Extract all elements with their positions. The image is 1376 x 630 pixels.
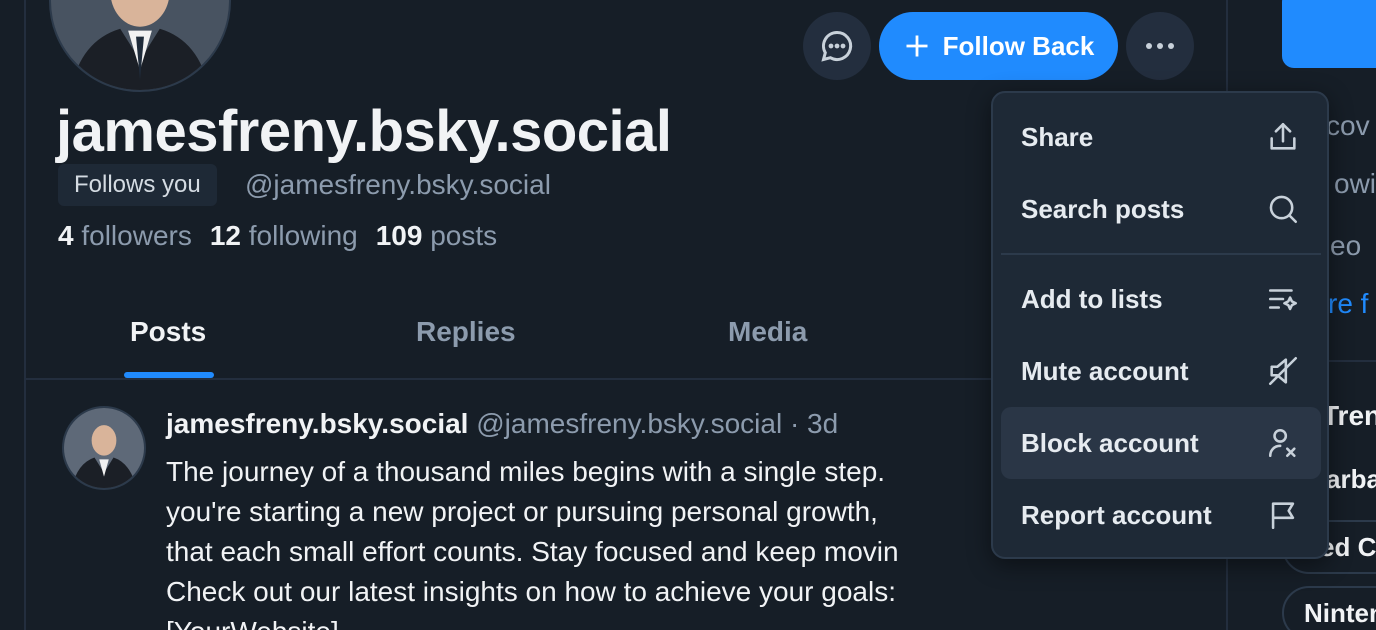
trend-chip[interactable]: Ninten (1282, 586, 1376, 630)
posts-stat: 109 posts (376, 220, 497, 252)
post-text-line: Check out our latest insights on how to … (166, 576, 896, 607)
person-photo-icon (51, 0, 229, 90)
stat-label: following (248, 220, 358, 251)
menu-item-label: Add to lists (1021, 283, 1163, 314)
stat-count: 4 (58, 220, 74, 251)
profile-handle: @jamesfreny.bsky.social (245, 169, 551, 200)
following-stat[interactable]: 12 following (210, 220, 358, 252)
stat-count: 12 (209, 220, 241, 251)
right-panel-text: eo (1330, 230, 1362, 261)
menu-divider (1001, 253, 1321, 255)
tab-replies[interactable]: Replies (416, 316, 516, 348)
menu-item-search-posts[interactable]: Search posts (1001, 173, 1321, 245)
person-photo-icon (64, 408, 144, 488)
more-options-button[interactable] (1126, 12, 1194, 80)
right-panel-text: cov (1326, 110, 1370, 141)
right-panel-link[interactable]: re f (1328, 288, 1368, 320)
profile-options-menu: Share Search posts Add to lists Mute acc… (991, 91, 1329, 559)
right-panel-text: owi (1334, 168, 1376, 199)
tab-posts[interactable]: Posts (130, 316, 206, 348)
profile-avatar[interactable] (49, 0, 231, 92)
follows-you-badge: Follows you (58, 164, 217, 206)
menu-item-label: Mute account (1021, 355, 1189, 386)
stat-label: followers (81, 220, 192, 251)
chat-bubble-icon (821, 30, 853, 62)
post-header: jamesfreny.bsky.social @jamesfreny.bsky.… (166, 408, 838, 440)
menu-item-mute-account[interactable]: Mute account (1001, 335, 1321, 407)
followers-stat[interactable]: 4 followers (58, 220, 192, 252)
post-text-line: [YourWebsite] (166, 612, 1166, 630)
stat-label: posts (430, 220, 498, 251)
profile-display-name: jamesfreny.bsky.social (56, 99, 672, 164)
menu-item-add-to-lists[interactable]: Add to lists (1001, 263, 1321, 335)
message-button[interactable] (803, 12, 871, 80)
list-add-icon (1265, 281, 1301, 317)
search-icon (1265, 191, 1301, 227)
flag-icon (1265, 497, 1301, 533)
menu-item-label: Report account (1021, 499, 1212, 530)
trend-chip-label: Ninten (1304, 597, 1376, 628)
tab-media[interactable]: Media (728, 316, 807, 348)
post-author-avatar[interactable] (62, 406, 146, 490)
menu-item-report-account[interactable]: Report account (1001, 479, 1321, 551)
menu-item-label: Share (1021, 121, 1094, 152)
plus-icon (906, 35, 928, 57)
menu-item-block-account[interactable]: Block account (1001, 407, 1321, 479)
follow-back-button[interactable]: Follow Back (879, 12, 1118, 80)
menu-item-share[interactable]: Share (1001, 101, 1321, 173)
ellipsis-icon (1146, 43, 1174, 49)
menu-item-label: Block account (1021, 427, 1199, 458)
right-panel-primary-button[interactable] (1282, 0, 1376, 68)
block-person-icon (1265, 425, 1301, 461)
follows-you-label: Follows you (74, 171, 201, 198)
right-panel-heading: Tren (1322, 400, 1376, 431)
follow-back-label: Follow Back (942, 30, 1095, 61)
share-icon (1265, 119, 1301, 155)
post-meta: @jamesfreny.bsky.social · 3d (476, 408, 839, 439)
post-author-name[interactable]: jamesfreny.bsky.social (166, 408, 468, 439)
profile-stats: 4 followers 12 following 109 posts (58, 220, 497, 252)
stat-count: 109 (375, 220, 423, 251)
left-column-border (24, 0, 26, 630)
menu-item-label: Search posts (1021, 193, 1185, 224)
trend-chip[interactable]: arba (1326, 452, 1376, 506)
mute-icon (1265, 353, 1301, 389)
